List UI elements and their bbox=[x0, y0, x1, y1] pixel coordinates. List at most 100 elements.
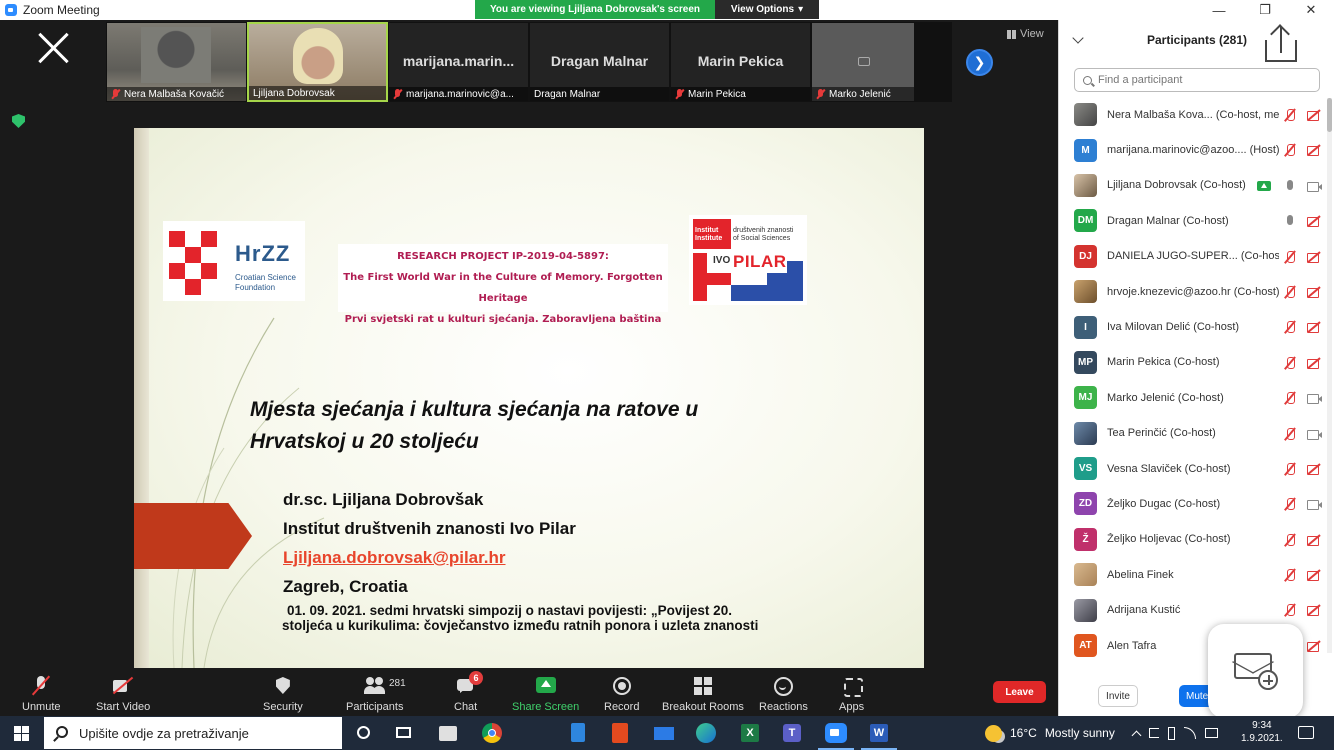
camera-icon[interactable] bbox=[1307, 497, 1322, 511]
camera-off-icon[interactable] bbox=[1307, 462, 1321, 476]
camera-off-icon[interactable] bbox=[1307, 108, 1321, 122]
camera-icon[interactable] bbox=[1307, 427, 1322, 441]
excel-icon[interactable]: X bbox=[738, 721, 762, 745]
video-tile[interactable]: marijana.marin... marijana.marinovic@a..… bbox=[388, 22, 529, 102]
security-button[interactable]: Security bbox=[263, 668, 303, 716]
view-options-button[interactable]: View Options ▾ bbox=[715, 0, 819, 19]
edge-icon[interactable] bbox=[694, 721, 718, 745]
participant-row[interactable]: ZD Željko Dugac (Co-host) bbox=[1059, 486, 1327, 521]
camera-off-icon[interactable] bbox=[1307, 568, 1321, 582]
camera-off-icon[interactable] bbox=[1307, 143, 1321, 157]
file-icon[interactable] bbox=[566, 721, 590, 745]
unmute-button[interactable]: Unmute bbox=[22, 668, 61, 716]
video-tile-active-speaker[interactable]: Ljiljana Dobrovsak bbox=[247, 22, 388, 102]
participant-row[interactable]: I Iva Milovan Delić (Co-host) bbox=[1059, 309, 1327, 344]
camera-off-icon[interactable] bbox=[1307, 603, 1321, 617]
battery-icon[interactable] bbox=[1168, 726, 1175, 740]
speaker-icon[interactable] bbox=[1149, 728, 1159, 738]
start-video-button[interactable]: Start Video bbox=[96, 668, 150, 716]
apps-button[interactable]: Apps bbox=[839, 668, 864, 716]
store-icon[interactable] bbox=[436, 721, 460, 745]
video-tile[interactable]: Nera Malbaša Kovačić bbox=[106, 22, 247, 102]
scrollbar-thumb[interactable] bbox=[1327, 98, 1332, 132]
notifications-icon[interactable] bbox=[1298, 726, 1314, 739]
encryption-shield-icon[interactable] bbox=[12, 114, 25, 128]
participant-row[interactable]: DJ DANIELA JUGO-SUPER... (Co-host) bbox=[1059, 239, 1327, 274]
weather-widget[interactable]: 16°C Mostly sunny bbox=[985, 716, 1115, 750]
close-icon[interactable] bbox=[34, 28, 74, 68]
microphone-muted-icon[interactable] bbox=[1283, 250, 1297, 264]
participant-row[interactable]: Ljiljana Dobrovsak (Co-host) bbox=[1059, 168, 1327, 203]
microphone-muted-icon[interactable] bbox=[1283, 320, 1297, 334]
microphone-muted-icon[interactable] bbox=[1283, 497, 1297, 511]
participant-row[interactable]: VS Vesna Slaviček (Co-host) bbox=[1059, 451, 1327, 486]
microphone-muted-icon[interactable] bbox=[1283, 462, 1297, 476]
participant-row[interactable]: Nera Malbaša Kova... (Co-host, me) bbox=[1059, 97, 1327, 132]
microphone-icon[interactable] bbox=[1283, 214, 1297, 228]
taskbar-search-input[interactable]: Upišite ovdje za pretraživanje bbox=[44, 717, 342, 749]
microphone-muted-icon[interactable] bbox=[1283, 533, 1297, 547]
taskbar-clock[interactable]: 9:34 1.9.2021. bbox=[1241, 719, 1283, 745]
author-email-link[interactable]: Ljiljana.dobrovsak@pilar.hr bbox=[283, 543, 576, 572]
camera-off-icon[interactable] bbox=[1307, 285, 1321, 299]
participant-row[interactable]: MP Marin Pekica (Co-host) bbox=[1059, 345, 1327, 380]
word-icon[interactable]: W bbox=[861, 721, 897, 750]
participant-row[interactable]: DM Dragan Malnar (Co-host) bbox=[1059, 203, 1327, 238]
camera-off-icon[interactable] bbox=[1307, 320, 1321, 334]
participant-row[interactable]: MJ Marko Jelenić (Co-host) bbox=[1059, 380, 1327, 415]
microphone-muted-icon[interactable] bbox=[1283, 603, 1297, 617]
microphone-muted-icon[interactable] bbox=[1283, 568, 1297, 582]
chevron-up-icon[interactable] bbox=[1131, 730, 1142, 740]
microphone-muted-icon[interactable] bbox=[1283, 427, 1297, 441]
teams-icon[interactable]: T bbox=[780, 721, 804, 745]
camera-icon[interactable] bbox=[1307, 179, 1322, 193]
view-button[interactable]: View bbox=[1007, 28, 1044, 40]
microphone-muted-icon[interactable] bbox=[1283, 285, 1297, 299]
network-icon[interactable] bbox=[1184, 727, 1196, 739]
camera-off-icon[interactable] bbox=[1307, 356, 1321, 370]
microphone-icon[interactable] bbox=[1283, 179, 1297, 193]
camera-off-icon[interactable] bbox=[1307, 533, 1321, 547]
windows-start-icon[interactable] bbox=[14, 726, 29, 741]
mail-icon[interactable] bbox=[652, 721, 676, 745]
participant-row[interactable]: Ž Željko Holjevac (Co-host) bbox=[1059, 522, 1327, 557]
reactions-button[interactable]: Reactions bbox=[759, 668, 808, 716]
mail-add-icon[interactable] bbox=[1208, 624, 1303, 718]
microphone-muted-icon[interactable] bbox=[1283, 108, 1297, 122]
participant-row[interactable]: Abelina Finek bbox=[1059, 557, 1327, 592]
video-tile[interactable]: Marko Jelenić bbox=[811, 22, 915, 102]
close-window-button[interactable]: ✕ bbox=[1288, 0, 1334, 20]
participant-search-input[interactable]: Find a participant bbox=[1074, 68, 1320, 92]
microphone-muted-icon[interactable] bbox=[1283, 143, 1297, 157]
share-screen-button[interactable]: Share Screen bbox=[512, 668, 579, 716]
participant-row[interactable]: Adrijana Kustić bbox=[1059, 592, 1327, 627]
invite-button[interactable]: Invite bbox=[1098, 685, 1138, 707]
video-tile[interactable]: Dragan Malnar Dragan Malnar bbox=[529, 22, 670, 102]
camera-off-icon[interactable] bbox=[1307, 639, 1321, 653]
next-page-arrow-icon[interactable]: ❯ bbox=[966, 49, 993, 76]
maximize-button[interactable]: ❐ bbox=[1242, 0, 1288, 20]
microphone-muted-icon[interactable] bbox=[1283, 391, 1297, 405]
leave-button[interactable]: Leave bbox=[993, 681, 1046, 703]
record-button[interactable]: Record bbox=[604, 668, 639, 716]
participants-button[interactable]: Participants bbox=[346, 668, 403, 716]
cortana-icon[interactable] bbox=[352, 721, 376, 745]
microphone-muted-icon[interactable] bbox=[1283, 356, 1297, 370]
participants-scrollbar[interactable] bbox=[1327, 98, 1332, 653]
participant-row[interactable]: Mmarijana.marinovic@azoo.... (Host) bbox=[1059, 132, 1327, 167]
camera-icon[interactable] bbox=[1307, 391, 1322, 405]
office-icon[interactable] bbox=[608, 721, 632, 745]
camera-off-icon[interactable] bbox=[1307, 250, 1321, 264]
participant-row[interactable]: hrvoje.knezevic@azoo.hr (Co-host) bbox=[1059, 274, 1327, 309]
participant-row[interactable]: Tea Perinčić (Co-host) bbox=[1059, 416, 1327, 451]
collapse-chevron-icon[interactable] bbox=[1072, 32, 1084, 44]
zoom-taskbar-icon[interactable] bbox=[818, 721, 854, 750]
breakout-rooms-button[interactable]: Breakout Rooms bbox=[662, 668, 744, 716]
ime-icon[interactable] bbox=[1205, 728, 1218, 738]
camera-off-icon[interactable] bbox=[1307, 214, 1321, 228]
share-upload-icon[interactable] bbox=[1263, 24, 1299, 64]
video-tile[interactable]: Marin Pekica Marin Pekica bbox=[670, 22, 811, 102]
chrome-icon[interactable] bbox=[480, 721, 504, 745]
minimize-button[interactable]: — bbox=[1196, 0, 1242, 20]
task-view-icon[interactable] bbox=[392, 721, 416, 745]
